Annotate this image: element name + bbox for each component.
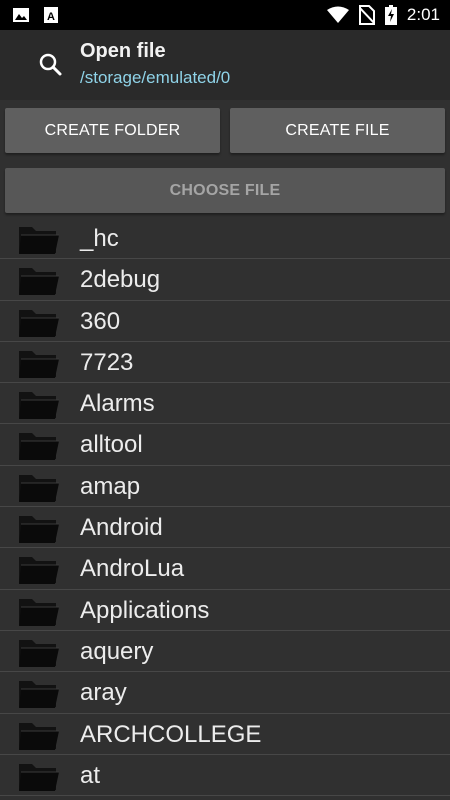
folder-icon xyxy=(18,760,60,792)
create-file-button[interactable]: CREATE FILE xyxy=(230,108,445,153)
clock: 2:01 xyxy=(406,5,440,24)
wifi-icon xyxy=(326,6,349,23)
list-item[interactable]: alltool xyxy=(0,424,450,466)
folder-icon xyxy=(18,719,60,751)
no-sim-icon xyxy=(358,5,375,25)
list-item[interactable]: aquery xyxy=(0,631,450,673)
list-item-label: AndroLua xyxy=(80,555,185,583)
header: Open file /storage/emulated/0 xyxy=(0,30,450,100)
folder-icon xyxy=(18,677,60,709)
create-folder-button[interactable]: CREATE FOLDER xyxy=(5,108,220,153)
folder-icon xyxy=(18,429,60,461)
folder-icon xyxy=(18,388,60,420)
choose-file-button[interactable]: CHOOSE FILE xyxy=(5,168,445,213)
list-item-label: Applications xyxy=(80,596,210,624)
file-list: _hc 2debug 360 7723 Alarms alltool amap Android… xyxy=(0,218,450,797)
list-item-label: 360 xyxy=(80,307,121,335)
folder-icon xyxy=(18,347,60,379)
list-item-label: aquery xyxy=(80,637,154,665)
dialog-title: Open file xyxy=(80,40,166,62)
list-item[interactable]: AndroLua xyxy=(0,548,450,590)
list-item-label: Alarms xyxy=(80,390,155,418)
folder-icon xyxy=(18,264,60,296)
search-icon[interactable] xyxy=(38,52,64,78)
list-item[interactable]: 2debug xyxy=(0,259,450,301)
folder-icon xyxy=(18,306,60,338)
list-item-label: Android xyxy=(80,514,163,542)
list-item-label: amap xyxy=(80,472,141,500)
list-item[interactable]: 360 xyxy=(0,301,450,342)
list-item-label: at xyxy=(80,761,101,789)
list-item[interactable]: Alarms xyxy=(0,383,450,425)
list-item[interactable]: aray xyxy=(0,672,450,714)
folder-icon xyxy=(18,595,60,627)
a-icon: A xyxy=(44,7,58,23)
folder-icon xyxy=(18,636,60,668)
list-item-label: _hc xyxy=(80,225,119,252)
list-item[interactable]: _hc xyxy=(0,218,450,260)
list-item[interactable]: ARCHCOLLEGE xyxy=(0,714,450,755)
folder-icon xyxy=(18,553,60,585)
folder-icon xyxy=(18,471,60,503)
list-item[interactable]: amap xyxy=(0,466,450,508)
svg-text:A: A xyxy=(47,11,55,23)
list-item[interactable]: at xyxy=(0,755,450,797)
list-item-label: 7723 xyxy=(80,348,134,376)
folder-icon xyxy=(18,512,60,544)
list-item[interactable]: 7723 xyxy=(0,342,450,384)
list-item[interactable]: Applications xyxy=(0,590,450,631)
current-path: /storage/emulated/0 xyxy=(80,68,231,87)
list-item-label: ARCHCOLLEGE xyxy=(80,720,262,748)
status-bar: A 2:01 xyxy=(0,0,450,30)
list-item-label: aray xyxy=(80,679,127,707)
folder-icon xyxy=(18,223,60,255)
image-icon xyxy=(13,8,29,22)
battery-charging-icon xyxy=(384,5,397,25)
list-item-label: 2debug xyxy=(80,266,161,294)
list-item[interactable]: Android xyxy=(0,507,450,549)
list-item-label: alltool xyxy=(80,431,143,459)
